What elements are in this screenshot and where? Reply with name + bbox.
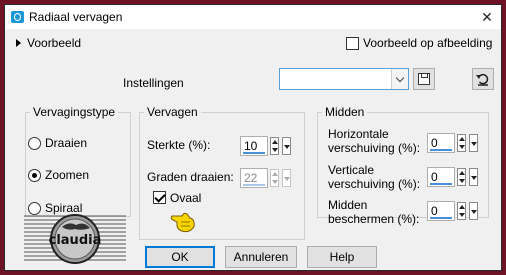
preview-on-image-checkbox[interactable] [346,37,359,50]
fade-group: Vervagen Sterkte (%): 10 Graden draaien:… [139,105,305,240]
strength-up-down-icon[interactable] [270,137,279,155]
radio-zoomen-circle[interactable] [28,169,41,182]
fade-legend: Vervagen [147,105,198,119]
reset-settings-button[interactable] [472,68,494,90]
vertical-offset-dropdown-icon[interactable] [469,168,478,186]
dialog-window: Radiaal vervagen ✕ Voorbeeld Voorbeeld o… [4,4,502,271]
horizontal-offset-spinner[interactable]: 0 [427,133,479,153]
close-button[interactable]: ✕ [477,7,497,27]
vertical-offset-label-line2: verschuiving (%): [328,177,421,191]
strength-label: Sterkte (%): [147,138,211,152]
vertical-offset-up-down-icon[interactable] [457,168,466,186]
radio-draaien-label[interactable]: Draaien [45,136,87,150]
radio-draaien-circle[interactable] [28,137,41,150]
preview-toggle-label[interactable]: Voorbeeld [27,36,81,50]
reset-arrow-icon [476,73,489,86]
protect-center-label: Midden beschermen (%): [328,198,419,226]
horizontal-offset-dropdown-icon[interactable] [469,134,478,152]
settings-combo[interactable] [279,68,409,90]
rotate-up-down-icon [270,169,279,187]
rotate-input: 22 [240,168,268,188]
protect-center-label-line1: Midden [328,198,368,212]
blur-type-group: Vervagingstype Draaien Zoomen Spiraal [25,105,131,217]
ok-button[interactable]: OK [145,246,215,268]
center-legend: Midden [325,105,365,119]
save-settings-button[interactable] [413,68,435,90]
protect-center-label-line2: beschermen (%): [328,212,420,226]
center-group: Midden Horizontale verschuiving (%): 0 V… [317,105,489,226]
expand-triangle-icon[interactable] [16,39,21,47]
claudia-watermark-logo: claudia [24,214,126,264]
horizontal-offset-label: Horizontale verschuiving (%): [328,127,420,155]
strength-input[interactable]: 10 [240,136,268,156]
horizontal-offset-up-down-icon[interactable] [457,134,466,152]
horizontal-offset-input[interactable]: 0 [427,133,455,153]
app-icon [11,11,24,23]
floppy-disk-icon [418,73,430,85]
protect-center-up-down-icon[interactable] [457,202,466,220]
title-bar[interactable]: Radiaal vervagen ✕ [5,5,501,29]
rotate-spinner: 22 [240,168,292,188]
preview-row: Voorbeeld Voorbeeld op afbeelding [5,33,501,55]
blur-type-legend: Vervagingstype [33,105,116,119]
vertical-offset-input[interactable]: 0 [427,167,455,187]
preview-on-image-label[interactable]: Voorbeeld op afbeelding [363,36,492,50]
logo-text: claudia [49,233,102,248]
settings-label: Instellingen [123,76,184,90]
horizontal-offset-label-line1: Horizontale [328,127,389,141]
strength-dropdown-icon[interactable] [282,137,291,155]
oval-checkbox[interactable] [153,191,166,204]
rotate-label: Graden draaien: [147,170,234,184]
radio-zoomen-label[interactable]: Zoomen [45,168,89,182]
strength-spinner[interactable]: 10 [240,136,292,156]
chevron-down-icon[interactable] [391,69,408,89]
rotate-dropdown-icon [282,169,291,187]
oval-label[interactable]: Ovaal [170,191,201,205]
cancel-button[interactable]: Annuleren [225,246,297,268]
vertical-offset-spinner[interactable]: 0 [427,167,479,187]
vertical-offset-label: Verticale verschuiving (%): [328,163,420,191]
horizontal-offset-label-line2: verschuiving (%): [328,141,421,155]
pointing-hand-icon [170,212,195,233]
help-button[interactable]: Help [307,246,377,268]
protect-center-input[interactable]: 0 [427,201,455,221]
window-title: Radiaal vervagen [29,10,123,24]
protect-center-dropdown-icon[interactable] [469,202,478,220]
vertical-offset-label-line1: Verticale [328,163,375,177]
protect-center-spinner[interactable]: 0 [427,201,479,221]
